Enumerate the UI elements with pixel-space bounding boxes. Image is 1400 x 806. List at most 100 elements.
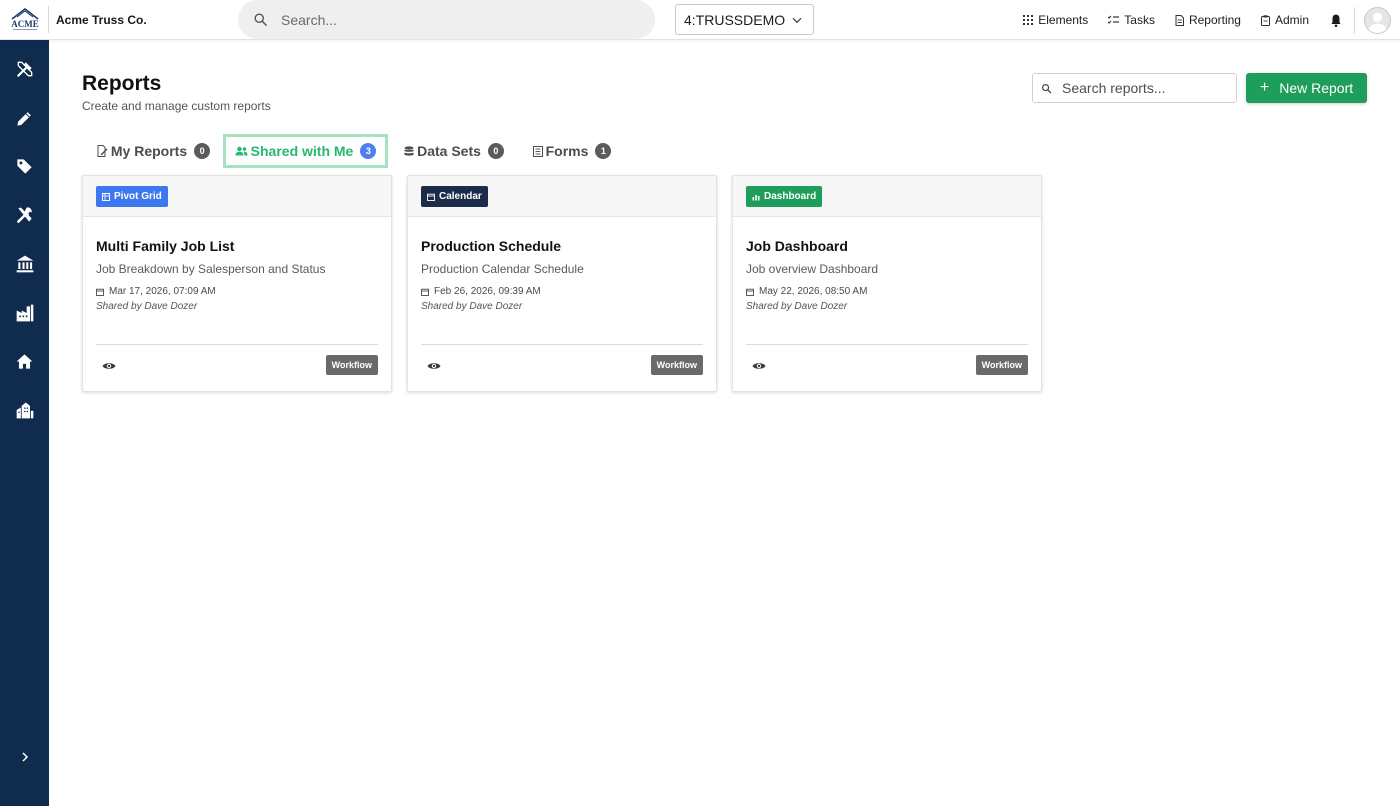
card-divider [421, 344, 703, 345]
report-date: May 22, 2026, 08:50 AM [746, 286, 867, 297]
company-select[interactable]: 4:TRUSSDEMO [675, 4, 814, 35]
report-card-header: Calendar [408, 176, 716, 217]
workflow-badge[interactable]: Workflow [650, 355, 703, 375]
calendar-icon [746, 288, 754, 296]
company-logo[interactable]: ACME [9, 6, 41, 33]
nav-divider [1354, 6, 1355, 34]
workflow-badge[interactable]: Workflow [325, 355, 378, 375]
factory-icon [16, 304, 33, 322]
eye-icon [752, 363, 766, 369]
card-divider [746, 344, 1028, 345]
tag-icon [17, 158, 32, 174]
tab-data-sets[interactable]: Data Sets 0 [398, 134, 510, 168]
new-report-button[interactable]: + New Report [1246, 73, 1367, 103]
new-report-label: New Report [1279, 80, 1354, 96]
bar-chart-icon [752, 194, 760, 200]
nav-tasks[interactable]: Tasks [1108, 13, 1155, 27]
sidebar-item-edit[interactable] [0, 103, 49, 133]
report-description: Job Breakdown by Salesperson and Status [96, 262, 326, 276]
calendar-icon [427, 193, 435, 201]
sidebar-item-tools[interactable] [0, 200, 49, 230]
report-title: Multi Family Job List [96, 238, 235, 254]
report-date-text: May 22, 2026, 08:50 AM [759, 286, 868, 297]
nav-tasks-label: Tasks [1124, 13, 1155, 27]
sidebar-item-design[interactable] [0, 54, 49, 84]
report-card-header: Dashboard [733, 176, 1041, 217]
people-icon [235, 146, 248, 156]
chevron-down-icon [792, 17, 802, 23]
search-icon [1042, 83, 1052, 93]
tab-forms[interactable]: Forms 1 [527, 134, 617, 168]
checklist-icon [1108, 15, 1120, 24]
global-search-input[interactable] [281, 11, 621, 28]
svg-text:ACME: ACME [11, 19, 39, 29]
nav-elements-label: Elements [1038, 13, 1089, 27]
database-icon [404, 145, 414, 156]
tab-shared-with-me-label: Shared with Me [250, 143, 354, 159]
nav-admin[interactable]: Admin [1260, 13, 1309, 27]
report-date-text: Mar 17, 2026, 07:09 AM [109, 286, 216, 297]
report-title: Production Schedule [421, 238, 562, 254]
sidebar-expand-button[interactable] [0, 742, 49, 772]
report-search-input[interactable] [1062, 80, 1232, 96]
user-avatar[interactable] [1364, 6, 1391, 34]
global-search-bar[interactable] [238, 0, 655, 39]
sidebar-item-home[interactable] [0, 346, 49, 376]
edit-document-icon [97, 145, 108, 157]
notifications-button[interactable] [1329, 13, 1343, 28]
pencil-icon [17, 111, 31, 126]
design-tools-icon [16, 61, 32, 77]
tab-data-sets-label: Data Sets [417, 143, 481, 159]
nav-reporting[interactable]: Reporting [1175, 13, 1241, 27]
tab-shared-with-me-count: 3 [360, 143, 377, 159]
sidebar-item-projects[interactable] [0, 395, 49, 425]
view-report-button[interactable] [427, 358, 441, 376]
user-icon [1368, 12, 1387, 33]
calendar-icon [96, 288, 104, 296]
home-icon [16, 353, 33, 369]
report-card-header: Pivot Grid [83, 176, 391, 217]
tab-my-reports[interactable]: My Reports 0 [92, 134, 215, 168]
tab-my-reports-count: 0 [194, 143, 211, 159]
page-title: Reports [82, 72, 162, 95]
eye-icon [427, 363, 441, 369]
form-icon [532, 145, 543, 157]
workflow-badge[interactable]: Workflow [975, 355, 1028, 375]
report-card[interactable]: Dashboard Job Dashboard Job overview Das… [732, 175, 1042, 392]
view-report-button[interactable] [752, 358, 766, 376]
eye-icon [102, 363, 116, 369]
report-type-badge: Calendar [421, 186, 488, 207]
report-type-badge: Pivot Grid [96, 186, 168, 207]
view-report-button[interactable] [102, 358, 116, 376]
report-title: Job Dashboard [746, 238, 848, 254]
chevron-right-icon [21, 752, 28, 762]
report-search-box[interactable] [1032, 73, 1237, 103]
clipboard-icon [1260, 14, 1270, 26]
tab-forms-label: Forms [545, 143, 589, 159]
search-icon [254, 13, 267, 26]
tab-shared-with-me[interactable]: Shared with Me 3 [223, 134, 388, 168]
company-name: Acme Truss Co. [56, 13, 147, 27]
report-date-text: Feb 26, 2026, 09:39 AM [434, 286, 541, 297]
report-card[interactable]: Pivot Grid Multi Family Job List Job Bre… [82, 175, 392, 392]
nav-elements[interactable]: Elements [1023, 13, 1088, 27]
tab-forms-count: 1 [595, 143, 612, 159]
report-card[interactable]: Calendar Production Schedule Production … [407, 175, 717, 392]
plus-icon: + [1259, 79, 1270, 96]
report-shared-by: Shared by Dave Dozer [746, 301, 848, 312]
table-icon [102, 192, 110, 201]
card-divider [96, 344, 378, 345]
sidebar-item-pricing[interactable] [0, 151, 49, 181]
report-type-label: Pivot Grid [114, 191, 162, 202]
tab-my-reports-label: My Reports [110, 143, 188, 159]
tab-data-sets-count: 0 [487, 143, 504, 159]
report-shared-by: Shared by Dave Dozer [96, 301, 198, 312]
sidebar-item-production[interactable] [0, 298, 49, 328]
report-date: Mar 17, 2026, 07:09 AM [96, 286, 216, 297]
top-bar: ACME Acme Truss Co. 4:TRUSSDEMO Elem [0, 0, 1400, 40]
sidebar [0, 40, 49, 806]
report-shared-by: Shared by Dave Dozer [421, 301, 523, 312]
sidebar-item-accounting[interactable] [0, 249, 49, 279]
report-description: Production Calendar Schedule [421, 262, 584, 276]
report-type-label: Dashboard [764, 191, 817, 202]
